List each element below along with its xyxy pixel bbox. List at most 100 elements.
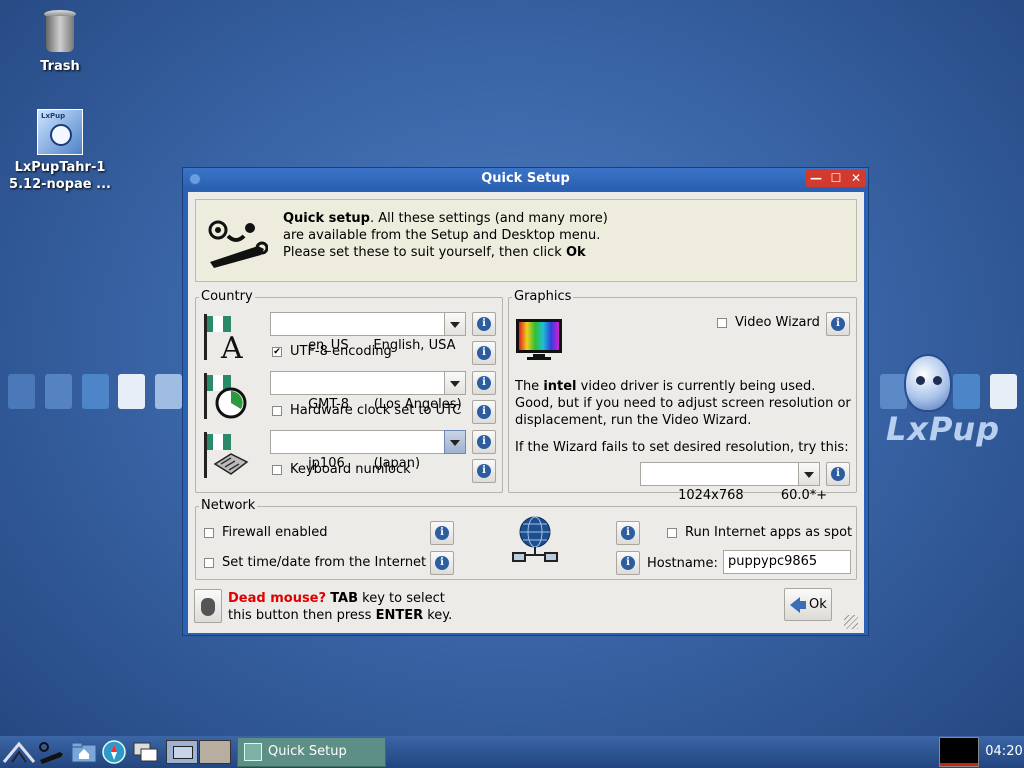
utf8-info-button[interactable]: i	[472, 341, 496, 365]
ok-button-label: Ok	[809, 597, 827, 612]
info-icon: i	[477, 376, 491, 390]
intro-text: Quick setup. All these settings (and man…	[283, 211, 608, 260]
dead-mouse-text: Dead mouse? TAB key to select this butto…	[228, 591, 453, 623]
info-icon: i	[435, 526, 449, 540]
checkbox-box[interactable]	[717, 318, 727, 328]
internet-time-info-button[interactable]: i	[430, 551, 454, 575]
chevron-down-icon[interactable]	[798, 462, 820, 486]
firewall-checkbox[interactable]: Firewall enabled	[204, 525, 327, 541]
quick-setup-window: Quick Setup — ☐ ✕ Quick setup. All these…	[182, 167, 869, 636]
mouse-icon	[201, 598, 215, 616]
dead-mouse-footer: Dead mouse? TAB key to select this butto…	[188, 585, 864, 633]
maximize-button[interactable]: ☐	[826, 169, 846, 187]
resize-grip-icon[interactable]	[844, 615, 858, 629]
info-icon: i	[477, 405, 491, 419]
window-app-icon[interactable]	[189, 173, 201, 185]
desktop-icon-label: LxPupTahr-1	[14, 160, 106, 175]
checkbox-box[interactable]	[272, 406, 282, 416]
info-icon: i	[831, 317, 845, 331]
hwclock-utc-checkbox[interactable]: Hardware clock set to UTC	[272, 403, 461, 419]
windows-switcher-icon[interactable]	[132, 740, 160, 764]
lxpup-icon: LxPup	[37, 109, 83, 155]
firewall-info-button[interactable]: i	[430, 521, 454, 545]
timezone-clock-icon	[204, 373, 247, 419]
workspace-2-button[interactable]	[199, 740, 231, 764]
timezone-info-button[interactable]: i	[472, 371, 496, 395]
close-button[interactable]: ✕	[846, 169, 866, 187]
hostname-label: Hostname:	[647, 556, 718, 571]
wallpaper-tile	[8, 374, 35, 409]
wallpaper-tile	[45, 374, 72, 409]
chevron-down-icon[interactable]	[444, 430, 466, 454]
checkbox-box[interactable]	[204, 528, 214, 538]
desktop-icon-lxpup-iso[interactable]: LxPup LxPupTahr-1 5.12-nopae ...	[5, 109, 115, 193]
timezone-select[interactable]: GMT-8 (Los Angeles)	[270, 371, 466, 412]
window-titlebar[interactable]: Quick Setup — ☐ ✕	[183, 168, 868, 190]
start-menu-icon[interactable]	[2, 740, 36, 764]
wallpaper-tile	[82, 374, 109, 409]
info-icon: i	[477, 346, 491, 360]
resolution-fallback-text: If the Wizard fails to set desired resol…	[515, 440, 849, 455]
wallpaper-tile	[880, 374, 907, 409]
monitor-icon	[516, 319, 562, 360]
cpu-monitor-widget[interactable]	[939, 737, 979, 767]
desktop-icon-label: Trash	[40, 59, 80, 74]
network-group: Network Firewall enabled i Set time/date…	[195, 498, 857, 580]
graphics-group-title: Graphics	[512, 289, 574, 305]
browser-compass-icon[interactable]	[102, 740, 126, 764]
video-wizard-info-button[interactable]: i	[826, 312, 850, 336]
desktop-icon-trash[interactable]: Trash	[5, 10, 115, 75]
hwclock-info-button[interactable]: i	[472, 400, 496, 424]
locale-select[interactable]: en_US English, USA	[270, 312, 466, 353]
dead-mouse-button[interactable]	[194, 589, 222, 623]
video-driver-text: The intel video driver is currently bein…	[515, 379, 851, 428]
taskbar: Quick Setup 04:20	[0, 736, 1024, 768]
wallpaper-tile	[118, 374, 145, 409]
setup-wrench-icon	[208, 220, 268, 268]
info-icon: i	[831, 467, 845, 481]
checkbox-box[interactable]	[204, 558, 214, 568]
lxpup-logo-icon	[904, 354, 952, 412]
setup-wrench-icon[interactable]	[38, 740, 66, 764]
info-icon: i	[477, 317, 491, 331]
numlock-info-button[interactable]: i	[472, 459, 496, 483]
workspace-1-button[interactable]	[166, 740, 198, 764]
utf8-checkbox[interactable]: ✔ UTF-8 encoding	[272, 344, 392, 360]
keyboard-info-button[interactable]: i	[472, 430, 496, 454]
minimize-button[interactable]: —	[806, 169, 826, 187]
network-group-title: Network	[199, 498, 258, 514]
info-icon: i	[477, 435, 491, 449]
country-group-title: Country	[199, 289, 255, 305]
hostname-info-button[interactable]: i	[616, 551, 640, 575]
graphics-group: Graphics Video Wizard i The intel video …	[508, 289, 857, 503]
spot-info-button[interactable]: i	[616, 521, 640, 545]
internet-time-checkbox[interactable]: Set time/date from the Internet	[204, 555, 426, 571]
window-client-area: Quick setup. All these settings (and man…	[188, 192, 864, 633]
numlock-checkbox[interactable]: Keyboard numlock	[272, 462, 411, 478]
resolution-select[interactable]: 1024x768 60.0*+	[640, 462, 827, 503]
checkbox-box[interactable]	[667, 528, 677, 538]
wallpaper-tile	[990, 374, 1017, 409]
checkbox-box[interactable]	[272, 465, 282, 475]
video-wizard-checkbox[interactable]: Video Wizard	[717, 315, 820, 331]
taskbar-task-quick-setup[interactable]: Quick Setup	[237, 737, 386, 767]
locale-info-button[interactable]: i	[472, 312, 496, 336]
chevron-down-icon[interactable]	[444, 312, 466, 336]
run-as-spot-checkbox[interactable]: Run Internet apps as spot	[667, 525, 852, 541]
window-title: Quick Setup	[481, 171, 570, 186]
chevron-down-icon[interactable]	[444, 371, 466, 395]
country-group: Country A en_US English, USA i ✔ UTF-8 e…	[195, 289, 503, 493]
ok-button[interactable]: Ok	[784, 588, 832, 621]
trash-icon	[42, 10, 78, 54]
info-icon: i	[435, 556, 449, 570]
intro-banner: Quick setup. All these settings (and man…	[195, 199, 857, 282]
info-icon: i	[477, 464, 491, 478]
taskbar-clock[interactable]: 04:20	[984, 736, 1024, 768]
hostname-input[interactable]: puppypc9865	[723, 550, 851, 574]
checkbox-box[interactable]: ✔	[272, 347, 282, 357]
home-folder-icon[interactable]	[70, 740, 98, 764]
quick-setup-task-icon	[244, 743, 262, 761]
resolution-info-button[interactable]: i	[826, 462, 850, 486]
window-controls: — ☐ ✕	[806, 169, 866, 187]
keyboard-layout-select[interactable]: jp106 (Japan)	[270, 430, 466, 471]
